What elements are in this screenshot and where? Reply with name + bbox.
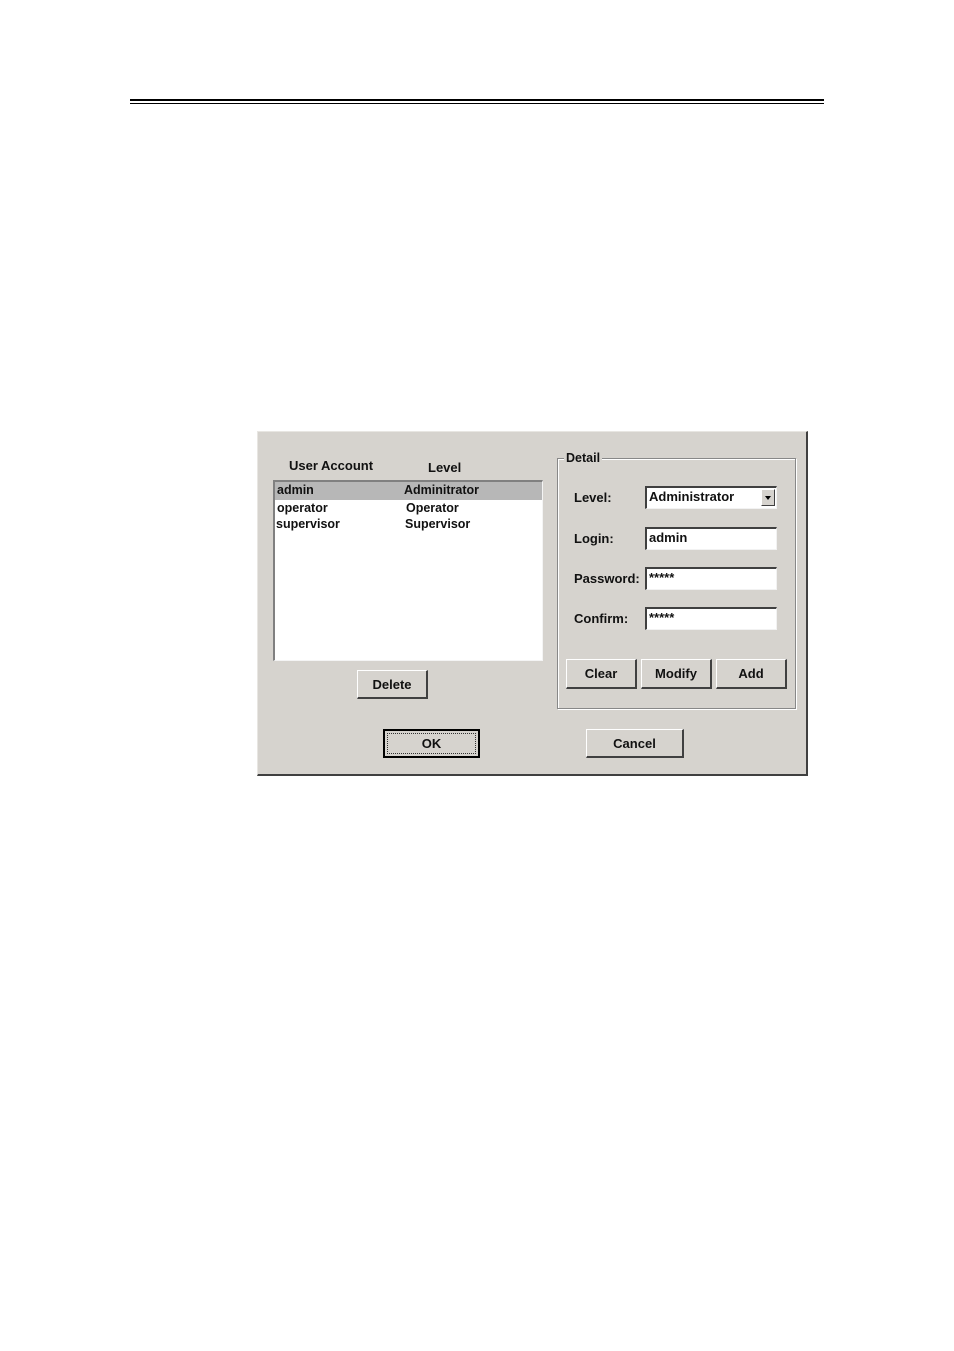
add-button[interactable]: Add: [716, 659, 787, 689]
modify-button[interactable]: Modify: [641, 659, 712, 689]
delete-button[interactable]: Delete: [357, 670, 428, 699]
ok-button[interactable]: OK: [383, 729, 480, 758]
detail-group-title: Detail: [564, 451, 603, 465]
focus-rectangle: [387, 733, 476, 754]
level-cell: Operator: [406, 501, 459, 515]
user-account-header: User Account: [289, 458, 374, 473]
login-label: Login:: [574, 531, 614, 546]
level-cell: Adminitrator: [404, 483, 479, 497]
user-list[interactable]: admin Adminitrator operator Operator sup…: [273, 480, 543, 661]
header-rule-thin: [130, 103, 824, 104]
level-label: Level:: [574, 490, 612, 505]
login-input[interactable]: admin: [645, 527, 777, 550]
account-cell: operator: [277, 501, 328, 515]
list-item[interactable]: supervisor Supervisor: [275, 516, 542, 534]
header-rule-thick: [130, 99, 824, 101]
confirm-label: Confirm:: [574, 611, 629, 626]
level-cell: Supervisor: [405, 517, 471, 531]
level-select[interactable]: Administrator: [645, 486, 777, 509]
clear-button[interactable]: Clear: [566, 659, 637, 689]
account-cell: supervisor: [276, 517, 340, 531]
password-input[interactable]: *****: [645, 567, 777, 590]
level-header: Level: [428, 460, 462, 475]
list-item[interactable]: admin Adminitrator: [275, 482, 542, 500]
level-select-value: Administrator: [649, 489, 735, 504]
detail-group: Detail Level: Administrator Login: admin…: [557, 451, 796, 709]
chevron-down-icon[interactable]: [761, 489, 775, 506]
user-account-dialog: User Account Level admin Adminitrator op…: [257, 431, 808, 776]
cancel-button[interactable]: Cancel: [586, 729, 684, 758]
confirm-input[interactable]: *****: [645, 607, 777, 630]
password-label: Password:: [574, 571, 640, 586]
account-cell: admin: [277, 483, 314, 497]
